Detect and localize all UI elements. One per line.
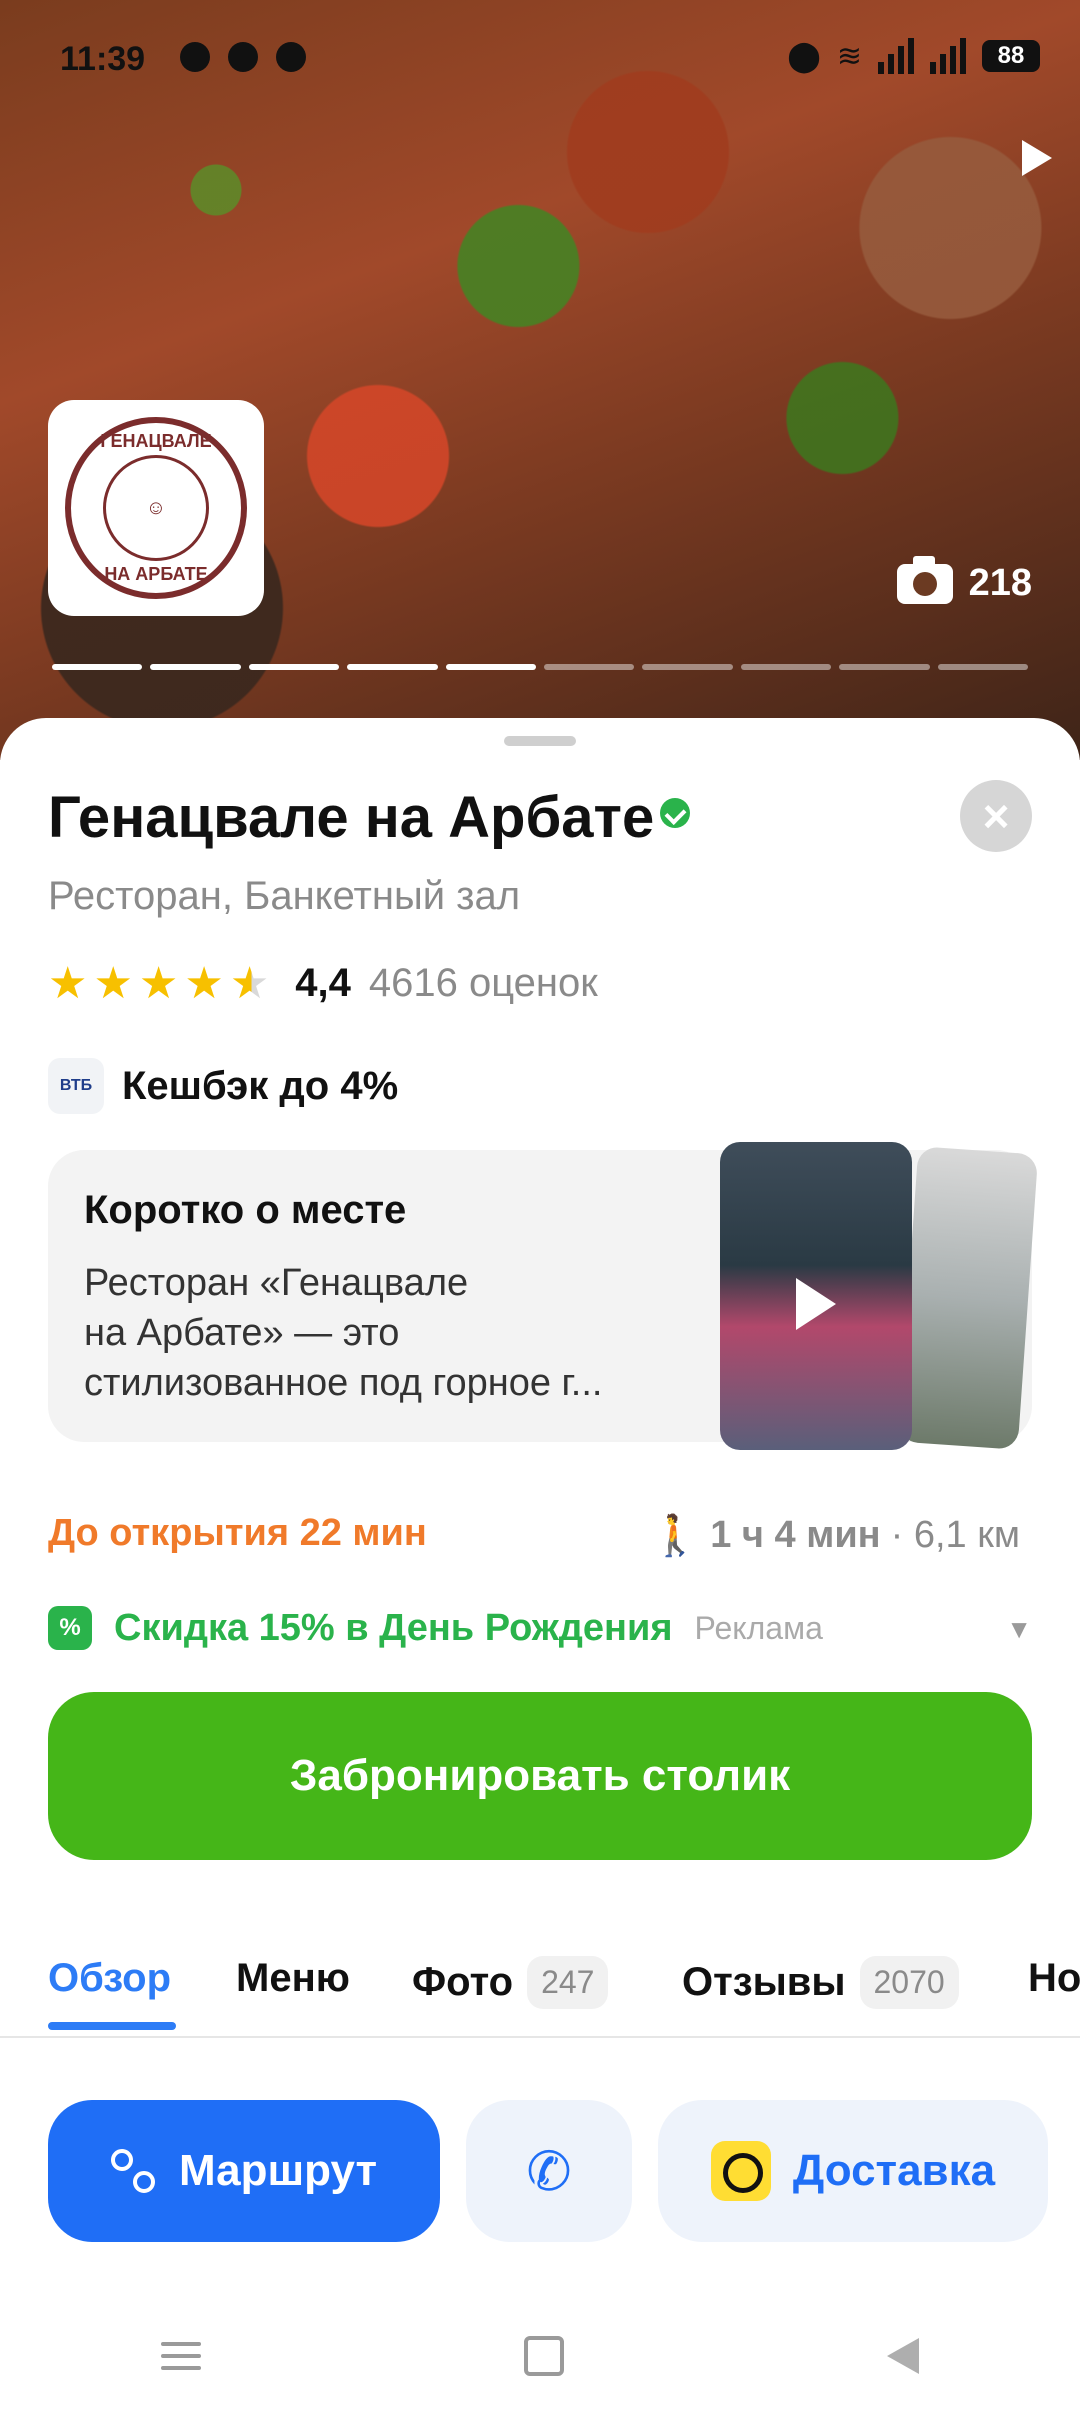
recent-apps-icon[interactable] <box>161 2342 202 2370</box>
discount-icon: % <box>48 1606 92 1650</box>
star-icon: ★ <box>93 959 133 1008</box>
signal-icon-2 <box>930 38 966 74</box>
walking-icon: 🚶 <box>650 1514 701 1558</box>
logo-portrait-icon: ☺ <box>103 455 209 561</box>
promo-text: Скидка 15% в День Рождения <box>114 1606 673 1649</box>
distance: · 6,1 км <box>890 1514 1020 1556</box>
sheet-handle[interactable] <box>504 736 576 746</box>
about-text: Ресторан «Генацвале на Арбате» — это сти… <box>84 1262 603 1404</box>
active-tab-indicator <box>48 2022 176 2030</box>
route-icon <box>110 2149 155 2193</box>
tab-overview[interactable]: Обзор <box>48 1956 171 2001</box>
cashback-row[interactable]: ВТБ Кешбэк до 4% <box>48 1058 398 1114</box>
opening-status: До открытия 22 мин <box>48 1512 427 1554</box>
walking-distance[interactable]: 🚶 1 ч 4 мин · 6,1 км <box>650 1512 1020 1559</box>
delivery-button[interactable]: Доставка <box>658 2100 1048 2242</box>
call-button[interactable]: ✆ <box>466 2100 632 2242</box>
about-title: Коротко о месте <box>84 1188 407 1232</box>
tab-bar: Обзор Меню Фото 247 Отзывы 2070 Но <box>0 1956 1080 2046</box>
play-icon <box>796 1278 836 1330</box>
walk-time: 1 ч 4 мин <box>710 1514 881 1556</box>
half-star-icon: ★ <box>229 959 270 1008</box>
app-notification-icon <box>228 42 258 72</box>
promo-row[interactable]: % Скидка 15% в День Рождения Реклама ▼ <box>48 1606 1032 1650</box>
vtb-logo-icon: ВТБ <box>48 1058 104 1114</box>
close-button[interactable]: × <box>960 780 1032 852</box>
chevron-down-icon[interactable]: ▼ <box>1006 1614 1032 1645</box>
tab-count: 2070 <box>859 1956 959 2009</box>
story-thumbnail-2[interactable] <box>897 1146 1039 1450</box>
logo-top-text: ГЕНАЦВАЛЕ <box>100 431 212 451</box>
action-bar: Маршрут ✆ Доставка <box>0 2100 1080 2250</box>
tab-count: 247 <box>527 1956 609 2009</box>
tab-photos[interactable]: Фото 247 <box>412 1956 609 2009</box>
photo-progress <box>52 664 1029 670</box>
telegram-icon <box>180 42 210 72</box>
rating-stars: ★ ★ ★ ★ ★ <box>48 958 269 1009</box>
tab-reviews[interactable]: Отзывы 2070 <box>682 1956 959 2009</box>
tab-menu[interactable]: Меню <box>236 1956 350 2001</box>
logo-seal: ГЕНАЦВАЛЕ ☺ НА АРБАТЕ <box>65 417 247 599</box>
play-stories-icon[interactable] <box>1022 140 1052 176</box>
cashback-text: Кешбэк до 4% <box>122 1063 399 1108</box>
wifi-icon: ≋ <box>836 39 862 73</box>
place-category: Ресторан, Банкетный зал <box>48 874 521 918</box>
star-icon: ★ <box>184 959 224 1008</box>
back-icon[interactable] <box>886 2338 919 2374</box>
logo-bottom-text: НА АРБАТЕ <box>104 564 208 584</box>
book-table-button[interactable]: Забронировать столик <box>48 1692 1032 1860</box>
battery-icon: 88 <box>982 40 1040 72</box>
status-bar: 11:39 ⬤ ≋ 88 <box>0 0 1080 120</box>
photo-count-button[interactable]: 218 <box>896 555 1032 605</box>
signal-icon <box>878 38 914 74</box>
star-icon: ★ <box>138 959 179 1008</box>
verified-icon <box>660 798 690 828</box>
about-card[interactable]: Коротко о месте Ресторан «Генацвале на А… <box>48 1142 1039 1450</box>
system-icons: ⬤ ≋ 88 <box>787 38 1040 74</box>
rating-value: 4,4 <box>295 961 351 1005</box>
ad-label: Реклама <box>694 1609 823 1646</box>
tab-more[interactable]: Но <box>1028 1956 1080 2001</box>
delivery-service-icon <box>710 2141 771 2201</box>
notification-icons <box>180 42 306 72</box>
status-time: 11:39 <box>60 40 146 78</box>
place-title: Генацвале на Арбате <box>48 785 655 850</box>
restaurant-logo: ГЕНАЦВАЛЕ ☺ НА АРБАТЕ <box>48 400 264 616</box>
notification-icon <box>276 42 306 72</box>
rating-row[interactable]: ★ ★ ★ ★ ★ 4,4 4616 оценок <box>48 958 598 1009</box>
home-icon[interactable] <box>523 2336 564 2376</box>
star-icon: ★ <box>48 959 88 1008</box>
divider <box>0 2036 1080 2038</box>
phone-icon: ✆ <box>526 2141 572 2202</box>
photo-count: 218 <box>968 562 1032 604</box>
location-icon: ⬤ <box>787 39 821 73</box>
camera-icon <box>896 555 953 604</box>
rating-count: 4616 оценок <box>368 961 598 1005</box>
route-button[interactable]: Маршрут <box>48 2100 440 2242</box>
system-navigation-bar <box>0 2300 1080 2412</box>
